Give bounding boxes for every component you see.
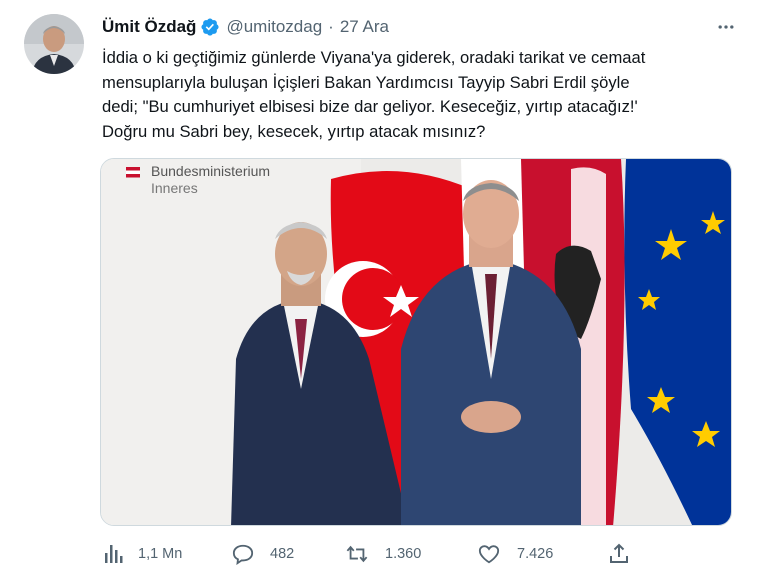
- like-action[interactable]: 7.426: [478, 540, 553, 568]
- tweet-card[interactable]: Ümit Özdağ @umitozdag · 27 Ara İddia o k…: [0, 0, 765, 571]
- views-icon: [104, 543, 126, 565]
- like-count: 7.426: [517, 546, 554, 562]
- ministry-sign-line1: Bundesministerium: [151, 163, 270, 179]
- retweet-count: 1.360: [385, 546, 422, 562]
- retweet-icon: [346, 543, 368, 565]
- reply-icon: [232, 543, 254, 565]
- ministry-sign-line2: Inneres: [151, 180, 198, 196]
- author-name[interactable]: Ümit Özdağ: [102, 17, 196, 37]
- more-options-icon[interactable]: [713, 14, 739, 40]
- views-count: 1,1 Mn: [138, 546, 183, 562]
- author-handle[interactable]: @umitozdag: [226, 17, 322, 37]
- share-action[interactable]: [608, 540, 630, 568]
- tweet-text: İddia o ki geçtiğimiz günlerde Viyana'ya…: [102, 48, 646, 141]
- reply-action[interactable]: 482: [232, 540, 294, 568]
- reply-count: 482: [270, 546, 295, 562]
- tweet-header: Ümit Özdağ @umitozdag · 27 Ara: [102, 14, 389, 40]
- share-icon: [608, 543, 630, 565]
- retweet-action[interactable]: 1.360: [346, 540, 421, 568]
- like-icon: [478, 543, 500, 565]
- separator-dot: ·: [328, 17, 334, 36]
- views-action[interactable]: 1,1 Mn: [104, 540, 182, 568]
- author-avatar[interactable]: [24, 14, 84, 74]
- tweet-date[interactable]: 27 Ara: [340, 17, 389, 37]
- tweet-actions-bar: 1,1 Mn 482 1.360 7.426: [100, 540, 640, 568]
- verified-badge-icon: [200, 17, 220, 37]
- tweet-photo[interactable]: Bundesministerium Inneres: [100, 158, 732, 526]
